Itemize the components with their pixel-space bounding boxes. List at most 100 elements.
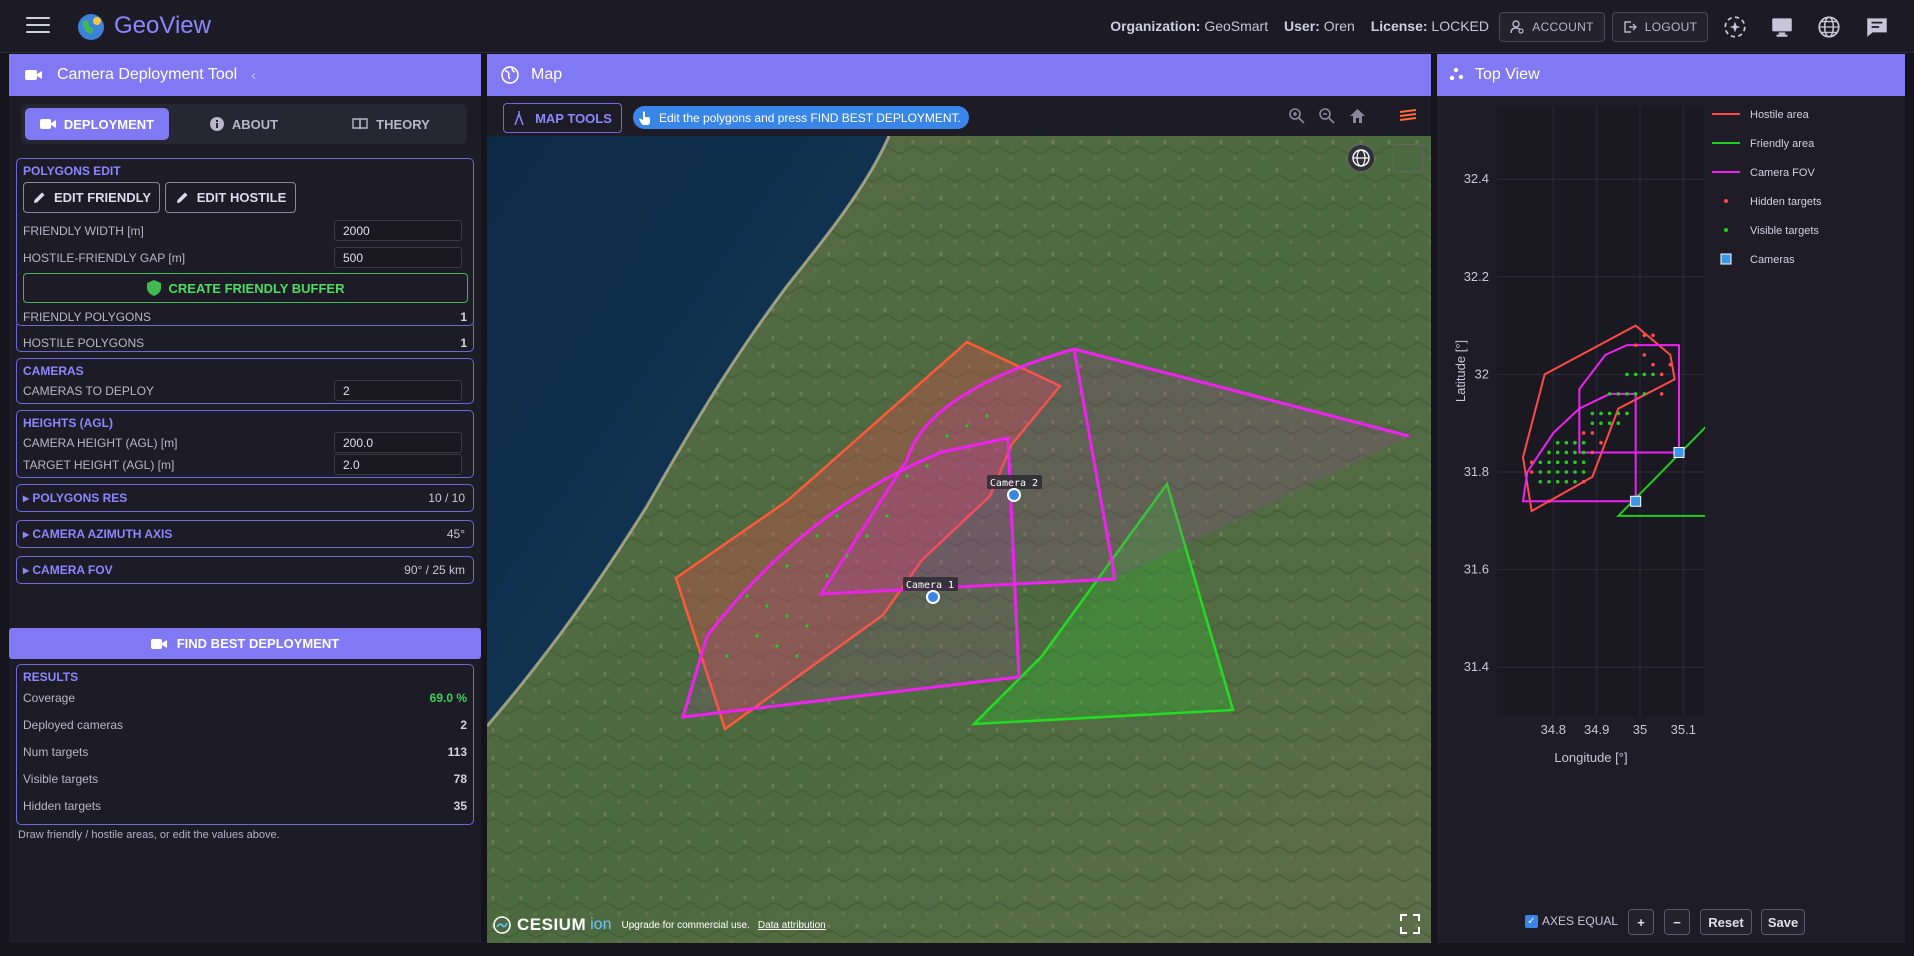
pencil-icon [33,192,45,203]
axes-equal-toggle[interactable]: ✓ AXES EQUAL [1525,914,1618,928]
hidden-target-point [1642,333,1647,338]
visible-target-point [1616,421,1621,426]
camera-height-field[interactable] [334,432,462,453]
account-button[interactable]: ACCOUNT [1499,12,1605,42]
friendly-width-field[interactable] [334,220,462,241]
visible-target-point [1555,440,1560,445]
panel-header: Top View [1437,54,1905,96]
visible-target-point [1625,392,1629,396]
book-icon [352,118,368,130]
panel-title: Camera Deployment Tool [57,66,238,83]
button-label: CREATE FRIENDLY BUFFER [168,280,345,296]
hidden-target-point [1590,431,1595,435]
hamburger-menu-icon[interactable] [26,17,50,35]
collapse-chevron-icon[interactable]: ‹ [251,67,256,83]
pointer-hand-icon [639,111,650,125]
find-best-deployment-button[interactable]: FIND BEST DEPLOYMENT [9,628,481,659]
zoom-in-button[interactable]: + [1628,909,1654,935]
compass-icon [514,111,524,125]
x-tick-label: 34.8 [1541,722,1566,737]
map-tools-button[interactable]: MAP TOOLS [503,103,622,133]
pencil-icon [176,192,188,203]
visible-target-point [1538,470,1543,474]
top-view-chart[interactable]: 34.8 34.9 35 35.1 31.4 31.6 31.8 32 32.2 32.4 Long… [1437,96,1905,943]
hidden-target-point [1642,353,1647,357]
section-title: RESULTS [23,670,79,684]
camera-fov-expander[interactable]: ▸ CAMERA FOV 90° / 25 km [16,556,474,584]
gap-field[interactable] [334,247,462,268]
top-view-plot[interactable]: 34.8 34.9 35 35.1 31.4 31.6 31.8 32 32.2 32.4 Long… [1437,96,1905,896]
visible-target-point [1547,460,1551,465]
checkbox-checked-icon[interactable]: ✓ [1525,914,1538,928]
visible-target-point [1581,470,1586,474]
hidden-target-point [1590,450,1595,455]
home-icon[interactable] [1349,108,1366,123]
expander-value: 45° [446,527,465,541]
button-label: MAP TOOLS [535,110,612,126]
logout-label: LOGOUT [1644,20,1698,34]
reset-button[interactable]: Reset [1700,909,1752,935]
legend-square [1720,253,1732,265]
layers-stack-icon[interactable] [1400,109,1416,122]
visible-target-point [1590,411,1595,416]
chat-icon[interactable] [1864,14,1890,40]
target-height-field[interactable] [334,454,462,475]
legend-label: Cameras [1750,254,1795,266]
tab-about[interactable]: ABOUT [172,108,316,140]
result-value: 2 [460,718,467,732]
edit-hostile-button[interactable]: EDIT HOSTILE [165,182,296,213]
map-canvas[interactable]: Camera 1 Camera 2 [487,136,1431,943]
hint-text: Draw friendly / hostile areas, or edit t… [18,829,280,841]
scatter-plot-icon [1449,67,1464,81]
logout-button[interactable]: LOGOUT [1612,12,1708,42]
create-friendly-buffer-button[interactable]: CREATE FRIENDLY BUFFER [23,273,468,303]
data-attribution-link[interactable]: Data attribution [758,920,826,931]
expand-arrow-icon: ▸ [23,527,33,541]
visible-target-point [1607,392,1612,396]
organization-info: Organization: GeoSmart User: Oren Licens… [1110,18,1489,34]
legend-label: Friendly area [1750,138,1815,150]
account-icon [1510,20,1524,34]
camera-deployment-panel: Camera Deployment Tool ‹ DEPLOYMENT ABOU… [9,54,481,943]
visible-target-point [1607,421,1612,426]
polygons-res-expander[interactable]: ▸ POLYGONS RES 10 / 10 [16,484,474,512]
app-title: GeoView [114,12,211,39]
zoom-in-icon[interactable] [1289,108,1305,124]
expander-title: CAMERA AZIMUTH AXIS [32,527,173,541]
expand-arrow-icon: ▸ [23,491,33,505]
results-section: RESULTS Coverage 69.0 % Deployed cameras… [16,664,474,825]
satellite-map-view[interactable]: Camera 1 Camera 2 CESIUM ion Upgrade for… [487,136,1431,943]
y-tick-label: 32 [1475,366,1489,381]
panel-title: Top View [1475,66,1540,83]
fullscreen-icon[interactable] [1399,913,1421,935]
hidden-target-point [1659,392,1664,396]
cameras-to-deploy-field[interactable] [334,380,462,401]
visible-target-point [1547,479,1551,484]
tab-deployment[interactable]: DEPLOYMENT [25,108,169,140]
result-label: Deployed cameras [23,718,124,732]
camera-azimuth-expander[interactable]: ▸ CAMERA AZIMUTH AXIS 45° [16,520,474,548]
coverage-value: 69.0 % [429,691,467,705]
button-label: FIND BEST DEPLOYMENT [176,636,340,651]
visible-target-point [1651,372,1655,377]
tab-theory[interactable]: THEORY [319,108,463,140]
target-height-label: TARGET HEIGHT (AGL) [m] [23,458,175,472]
zoom-out-icon[interactable] [1319,108,1335,124]
save-button[interactable]: Save [1761,909,1805,935]
base-layer-picker-button[interactable] [1393,144,1423,172]
visible-target-point [1625,372,1629,377]
visible-target-point [1564,460,1569,465]
language-globe-icon[interactable] [1816,14,1842,40]
monitor-icon[interactable] [1769,14,1795,40]
scene-mode-button[interactable] [1347,144,1375,172]
visible-target-point [1642,372,1647,377]
tab-label: THEORY [376,116,430,132]
legend-dot [1724,228,1728,232]
map-toolbar: MAP TOOLS Edit the polygons and press FI… [487,96,1431,136]
zoom-out-button[interactable]: − [1664,909,1690,935]
gap-label: HOSTILE-FRIENDLY GAP [m] [23,251,186,265]
edit-friendly-button[interactable]: EDIT FRIENDLY [23,182,160,213]
visible-target-point [1581,450,1586,455]
ai-assistant-icon[interactable] [1722,14,1748,40]
expander-title: POLYGONS RES [32,491,128,505]
